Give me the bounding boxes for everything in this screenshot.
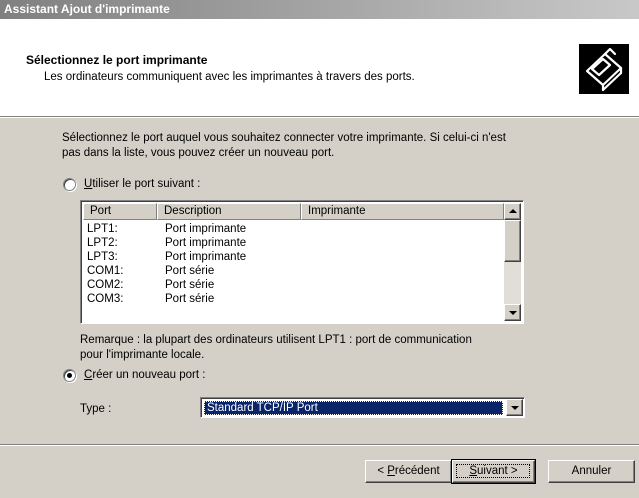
port-cell: LPT3: [87, 251, 118, 263]
dropdown-button[interactable] [506, 399, 523, 416]
port-list-scrollbar[interactable] [504, 203, 521, 321]
cancel-button[interactable]: Annuler [548, 460, 635, 483]
port-cell: LPT1: [87, 223, 118, 235]
footer-separator [0, 444, 639, 446]
port-list-header: Port Description Imprimante [83, 203, 504, 220]
port-cell: COM3: [87, 293, 124, 305]
page-title: Sélectionnez le port imprimante [26, 53, 208, 67]
page-subtitle: Les ordinateurs communiquent avec les im… [44, 71, 415, 83]
port-list-content: Port Description Imprimante LPT1: Port im… [83, 203, 504, 323]
printer-port-icon [579, 44, 629, 94]
use-existing-port-label[interactable]: Utiliser le port suivant : [84, 177, 200, 192]
port-type-select[interactable]: Standard TCP/IP Port [200, 397, 525, 418]
chevron-down-icon [511, 406, 519, 410]
add-printer-wizard-window: Assistant Ajout d'imprimante Sélectionne… [0, 0, 639, 498]
scroll-thumb[interactable] [504, 220, 521, 262]
back-button[interactable]: < Précédent [365, 460, 452, 483]
arrow-down-icon [509, 311, 517, 315]
intro-text-line2: pas dans la liste, vous pouvez créer un … [62, 147, 335, 159]
intro-text-line1: Sélectionnez le port auquel vous souhait… [62, 132, 506, 144]
table-row[interactable]: COM3: Port série [83, 292, 504, 306]
description-cell: Port série [165, 293, 215, 305]
window-title: Assistant Ajout d'imprimante [4, 2, 170, 16]
description-cell: Port série [165, 265, 215, 277]
next-button[interactable]: Suivant > [451, 459, 536, 484]
note-text-line2: pour l'imprimante locale. [80, 349, 205, 361]
type-label: Type : [80, 403, 112, 415]
note-text-line1: Remarque : la plupart des ordinateurs ut… [80, 334, 472, 346]
table-row[interactable]: COM2: Port série [83, 278, 504, 292]
table-row[interactable]: COM1: Port série [83, 264, 504, 278]
description-cell: Port imprimante [165, 223, 247, 235]
column-header-printer[interactable]: Imprimante [301, 203, 504, 220]
port-list[interactable]: Port Description Imprimante LPT1: Port im… [80, 200, 524, 324]
create-new-port-label[interactable]: Créer un nouveau port : [84, 368, 205, 383]
port-cell: COM1: [87, 265, 124, 277]
wizard-header: Sélectionnez le port imprimante Les ordi… [0, 19, 639, 118]
port-cell: LPT2: [87, 237, 118, 249]
create-new-port-radio[interactable] [63, 369, 76, 382]
port-cell: COM2: [87, 279, 124, 291]
port-list-rows: LPT1: Port imprimante LPT2: Port imprimant… [83, 222, 504, 306]
title-bar[interactable]: Assistant Ajout d'imprimante [0, 0, 639, 19]
scroll-down-button[interactable] [504, 304, 521, 321]
use-existing-port-radio[interactable] [63, 178, 76, 191]
table-row[interactable]: LPT2: Port imprimante [83, 236, 504, 250]
description-cell: Port imprimante [165, 251, 247, 263]
description-cell: Port série [165, 279, 215, 291]
table-row[interactable]: LPT3: Port imprimante [83, 250, 504, 264]
port-type-selected-value: Standard TCP/IP Port [204, 401, 503, 415]
table-row[interactable]: LPT1: Port imprimante [83, 222, 504, 236]
column-header-description[interactable]: Description [157, 203, 301, 220]
description-cell: Port imprimante [165, 237, 247, 249]
column-header-port[interactable]: Port [83, 203, 157, 220]
scroll-up-button[interactable] [504, 203, 521, 220]
arrow-up-icon [509, 209, 517, 213]
